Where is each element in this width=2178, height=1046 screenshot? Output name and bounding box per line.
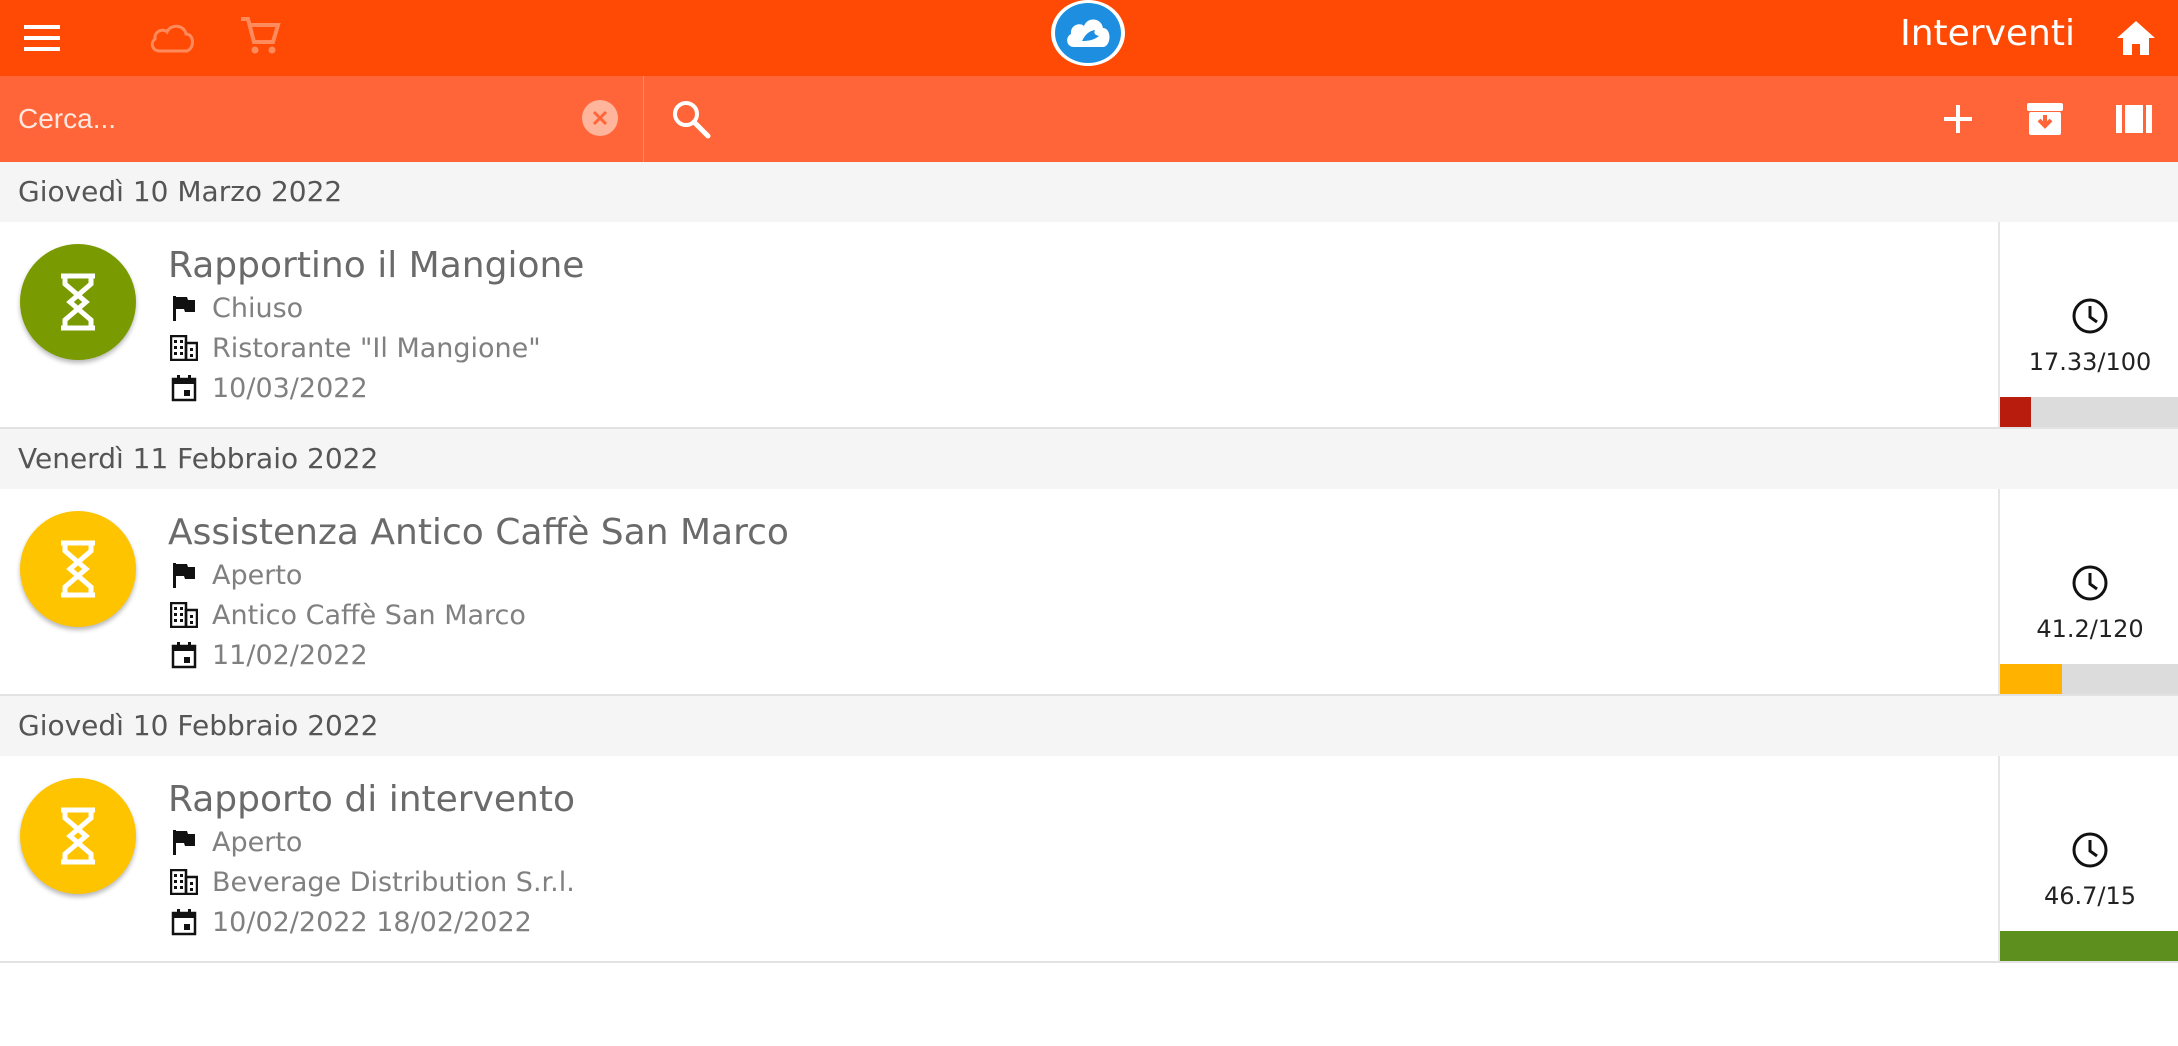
customer-row: Beverage Distribution S.r.l. xyxy=(168,864,575,900)
search-toolbar xyxy=(0,76,2178,162)
building-icon xyxy=(168,866,200,898)
status-avatar xyxy=(20,244,136,360)
hours-value: 17.33/100 xyxy=(2028,348,2152,376)
search-field xyxy=(0,76,644,162)
hours-progress-fill xyxy=(2000,664,2062,694)
calendar-icon xyxy=(168,372,200,404)
calendar-icon xyxy=(168,906,200,938)
status-avatar xyxy=(20,511,136,627)
list-item[interactable]: Rapportino il Mangione Chiuso Ristorante… xyxy=(0,222,2178,429)
item-dates: 11/02/2022 xyxy=(212,639,368,671)
hours-panel: 41.2/120 xyxy=(1998,489,2178,694)
app-logo[interactable] xyxy=(1051,0,1125,66)
columns-icon xyxy=(2116,105,2152,133)
search-icon xyxy=(673,101,711,139)
hours-progress-bar xyxy=(2000,397,2178,427)
flag-icon xyxy=(168,559,200,591)
hours-value: 46.7/15 xyxy=(2043,882,2137,910)
date-row: 10/02/2022 18/02/2022 xyxy=(168,904,532,940)
add-button[interactable] xyxy=(1935,96,1981,142)
flag-icon xyxy=(168,292,200,324)
item-customer: Beverage Distribution S.r.l. xyxy=(212,866,575,898)
customer-row: Ristorante "Il Mangione" xyxy=(168,330,541,366)
archive-icon xyxy=(2027,103,2063,135)
hours-progress-fill xyxy=(2000,931,2178,961)
customer-row: Antico Caffè San Marco xyxy=(168,597,526,633)
item-customer: Ristorante "Il Mangione" xyxy=(212,332,541,364)
cloud-sync-button[interactable] xyxy=(142,10,202,66)
item-title: Rapporto di intervento xyxy=(168,779,575,820)
date-group-header: Giovedì 10 Febbraio 2022 xyxy=(0,696,2178,756)
date-row: 10/03/2022 xyxy=(168,370,368,406)
search-input[interactable] xyxy=(18,97,568,141)
hourglass-icon xyxy=(61,540,95,598)
close-icon xyxy=(592,110,608,126)
status-row: Aperto xyxy=(168,557,302,593)
building-icon xyxy=(168,599,200,631)
item-status: Chiuso xyxy=(212,292,304,324)
cart-button[interactable] xyxy=(232,8,288,64)
app-header: Interventi xyxy=(0,0,2178,76)
cloud-icon xyxy=(150,24,194,53)
clock-icon xyxy=(2070,830,2110,870)
hours-progress-fill xyxy=(2000,397,2032,427)
status-avatar xyxy=(20,778,136,894)
list-item[interactable]: Rapporto di intervento Aperto Beverage D… xyxy=(0,756,2178,963)
app-logo-icon xyxy=(1055,3,1121,63)
menu-button[interactable] xyxy=(14,10,70,66)
clear-search-button[interactable] xyxy=(582,100,618,136)
menu-icon xyxy=(24,25,60,51)
item-status: Aperto xyxy=(212,826,303,858)
item-title: Rapportino il Mangione xyxy=(168,245,585,286)
archive-button[interactable] xyxy=(2022,96,2068,142)
item-dates: 10/02/2022 18/02/2022 xyxy=(212,906,532,938)
columns-view-button[interactable] xyxy=(2111,96,2157,142)
date-row: 11/02/2022 xyxy=(168,637,368,673)
status-row: Aperto xyxy=(168,824,302,860)
home-button[interactable] xyxy=(2108,10,2164,66)
page-title: Interventi xyxy=(1900,13,2075,54)
hourglass-icon xyxy=(61,807,95,865)
item-status: Aperto xyxy=(212,559,303,591)
hours-progress-bar xyxy=(2000,664,2178,694)
item-title: Assistenza Antico Caffè San Marco xyxy=(168,512,789,553)
hours-panel: 17.33/100 xyxy=(1998,222,2178,427)
list-item[interactable]: Assistenza Antico Caffè San Marco Aperto… xyxy=(0,489,2178,696)
hours-value: 41.2/120 xyxy=(2036,615,2144,643)
add-icon xyxy=(1944,105,1972,133)
status-row: Chiuso xyxy=(168,290,303,326)
home-icon xyxy=(2117,21,2155,55)
hourglass-icon xyxy=(61,273,95,331)
item-customer: Antico Caffè San Marco xyxy=(212,599,526,631)
flag-icon xyxy=(168,826,200,858)
hours-panel: 46.7/15 xyxy=(1998,756,2178,961)
calendar-icon xyxy=(168,639,200,671)
hours-progress-bar xyxy=(2000,931,2178,961)
search-button[interactable] xyxy=(668,96,714,142)
cart-icon xyxy=(241,17,281,54)
clock-icon xyxy=(2070,296,2110,336)
building-icon xyxy=(168,332,200,364)
date-group-header: Giovedì 10 Marzo 2022 xyxy=(0,162,2178,222)
clock-icon xyxy=(2070,563,2110,603)
date-group-header: Venerdì 11 Febbraio 2022 xyxy=(0,429,2178,489)
item-dates: 10/03/2022 xyxy=(212,372,368,404)
